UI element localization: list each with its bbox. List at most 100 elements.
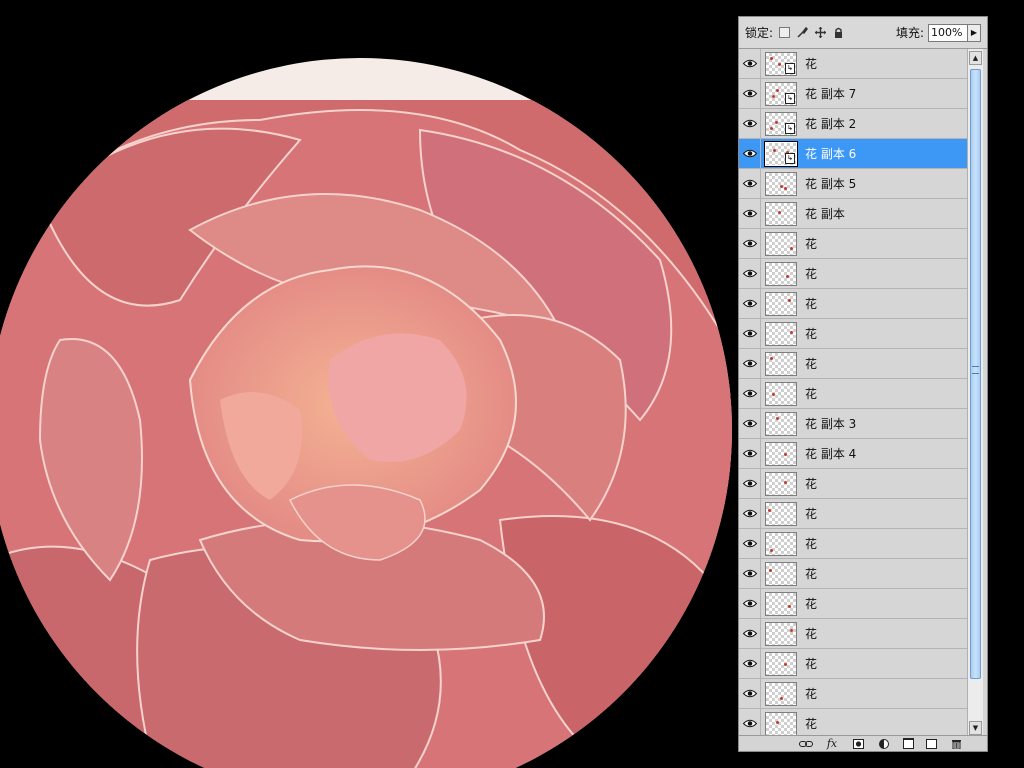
layer-row[interactable]: 花 bbox=[739, 649, 967, 679]
layer-row[interactable]: 花 bbox=[739, 679, 967, 709]
visibility-eye-icon[interactable] bbox=[739, 619, 761, 648]
visibility-eye-icon[interactable] bbox=[739, 229, 761, 258]
visibility-eye-icon[interactable] bbox=[739, 709, 761, 737]
layer-name: 花 副本 4 bbox=[805, 447, 857, 461]
group-icon[interactable] bbox=[903, 738, 914, 749]
layer-thumbnail[interactable] bbox=[765, 201, 797, 226]
smart-object-badge-icon: ↳ bbox=[785, 92, 795, 104]
new-layer-icon[interactable] bbox=[926, 738, 937, 749]
visibility-eye-icon[interactable] bbox=[739, 499, 761, 528]
visibility-eye-icon[interactable] bbox=[739, 49, 761, 78]
visibility-eye-icon[interactable] bbox=[739, 649, 761, 678]
layer-row[interactable]: 花 bbox=[739, 319, 967, 349]
visibility-eye-icon[interactable] bbox=[739, 559, 761, 588]
layer-row[interactable]: 花 bbox=[739, 289, 967, 319]
layer-thumbnail[interactable] bbox=[765, 171, 797, 196]
layer-thumbnail[interactable] bbox=[765, 291, 797, 316]
layer-thumbnail[interactable] bbox=[765, 711, 797, 736]
scroll-up-icon[interactable]: ▲ bbox=[969, 51, 982, 65]
layer-row[interactable]: 花 bbox=[739, 469, 967, 499]
layer-thumbnail[interactable] bbox=[765, 381, 797, 406]
adjustment-icon[interactable] bbox=[877, 738, 891, 750]
thumbnail-mark bbox=[780, 696, 783, 700]
layer-row[interactable]: 花 bbox=[739, 619, 967, 649]
visibility-eye-icon[interactable] bbox=[739, 529, 761, 558]
visibility-eye-icon[interactable] bbox=[739, 79, 761, 108]
visibility-eye-icon[interactable] bbox=[739, 139, 761, 168]
layer-thumbnail[interactable]: ↳ bbox=[764, 140, 798, 167]
scrollbar-thumb[interactable] bbox=[970, 69, 981, 679]
lock-label: 锁定: bbox=[745, 26, 774, 40]
link-layers-icon[interactable] bbox=[799, 738, 813, 750]
scrollbar-grip-icon bbox=[972, 366, 979, 374]
layer-thumbnail[interactable] bbox=[765, 531, 797, 556]
layer-thumbnail[interactable] bbox=[765, 471, 797, 496]
layer-name: 花 副本 5 bbox=[805, 177, 857, 191]
layer-row[interactable]: 花 bbox=[739, 349, 967, 379]
layers-scrollbar[interactable]: ▲ ▼ bbox=[967, 49, 983, 737]
layer-row[interactable]: 花 副本 4 bbox=[739, 439, 967, 469]
layer-thumbnail[interactable] bbox=[765, 231, 797, 256]
layer-row[interactable]: 花 副本 5 bbox=[739, 169, 967, 199]
layer-thumbnail[interactable] bbox=[765, 351, 797, 376]
visibility-eye-icon[interactable] bbox=[739, 289, 761, 318]
fill-dropdown-arrow-icon[interactable]: ▶ bbox=[968, 23, 981, 42]
visibility-eye-icon[interactable] bbox=[739, 679, 761, 708]
document-canvas[interactable] bbox=[0, 0, 740, 768]
layer-thumbnail[interactable] bbox=[765, 561, 797, 586]
layer-row[interactable]: 花 bbox=[739, 379, 967, 409]
layer-row[interactable]: 花 bbox=[739, 529, 967, 559]
visibility-eye-icon[interactable] bbox=[739, 109, 761, 138]
fill-input[interactable]: 100% bbox=[928, 23, 968, 42]
layer-row[interactable]: ↳ 花 bbox=[739, 49, 967, 79]
visibility-eye-icon[interactable] bbox=[739, 469, 761, 498]
layer-name: 花 副本 2 bbox=[805, 117, 857, 131]
visibility-eye-icon[interactable] bbox=[739, 439, 761, 468]
lock-all-icon[interactable] bbox=[832, 27, 844, 39]
layer-name: 花 bbox=[805, 717, 818, 731]
mask-icon[interactable] bbox=[851, 738, 865, 750]
layer-thumbnail[interactable] bbox=[765, 591, 797, 616]
layer-name: 花 bbox=[805, 597, 818, 611]
thumbnail-mark bbox=[788, 298, 791, 302]
layer-thumbnail[interactable]: ↳ bbox=[765, 81, 797, 106]
layer-thumbnail[interactable] bbox=[765, 501, 797, 526]
layer-thumbnail[interactable] bbox=[765, 261, 797, 286]
layer-row[interactable]: ↳ 花 副本 6 bbox=[739, 139, 967, 169]
layer-row[interactable]: 花 副本 3 bbox=[739, 409, 967, 439]
thumbnail-mark bbox=[770, 126, 773, 130]
layer-name: 花 bbox=[805, 387, 818, 401]
layer-row[interactable]: 花 bbox=[739, 589, 967, 619]
layer-row[interactable]: ↳ 花 副本 2 bbox=[739, 109, 967, 139]
layer-thumbnail[interactable] bbox=[765, 621, 797, 646]
visibility-eye-icon[interactable] bbox=[739, 589, 761, 618]
trash-icon[interactable] bbox=[949, 738, 963, 750]
layer-thumbnail[interactable] bbox=[765, 441, 797, 466]
visibility-eye-icon[interactable] bbox=[739, 349, 761, 378]
layer-row[interactable]: 花 bbox=[739, 229, 967, 259]
scroll-down-icon[interactable]: ▼ bbox=[969, 721, 982, 735]
layer-thumbnail[interactable] bbox=[765, 321, 797, 346]
fx-icon[interactable]: fx bbox=[825, 737, 839, 750]
visibility-eye-icon[interactable] bbox=[739, 409, 761, 438]
visibility-eye-icon[interactable] bbox=[739, 169, 761, 198]
layer-thumbnail[interactable] bbox=[765, 681, 797, 706]
layer-thumbnail[interactable]: ↳ bbox=[765, 51, 797, 76]
layer-thumbnail[interactable] bbox=[765, 651, 797, 676]
layer-row[interactable]: 花 副本 bbox=[739, 199, 967, 229]
layer-row[interactable]: 花 bbox=[739, 259, 967, 289]
visibility-eye-icon[interactable] bbox=[739, 259, 761, 288]
layer-row[interactable]: 花 bbox=[739, 709, 967, 737]
lock-move-icon[interactable] bbox=[814, 27, 826, 39]
visibility-eye-icon[interactable] bbox=[739, 199, 761, 228]
lock-paint-icon[interactable] bbox=[796, 27, 808, 39]
layer-row[interactable]: 花 bbox=[739, 559, 967, 589]
layer-name: 花 bbox=[805, 627, 818, 641]
layer-row[interactable]: ↳ 花 副本 7 bbox=[739, 79, 967, 109]
layer-thumbnail[interactable]: ↳ bbox=[765, 111, 797, 136]
layer-thumbnail[interactable] bbox=[765, 411, 797, 436]
visibility-eye-icon[interactable] bbox=[739, 319, 761, 348]
lock-transparent-icon[interactable] bbox=[779, 27, 791, 38]
layer-row[interactable]: 花 bbox=[739, 499, 967, 529]
visibility-eye-icon[interactable] bbox=[739, 379, 761, 408]
